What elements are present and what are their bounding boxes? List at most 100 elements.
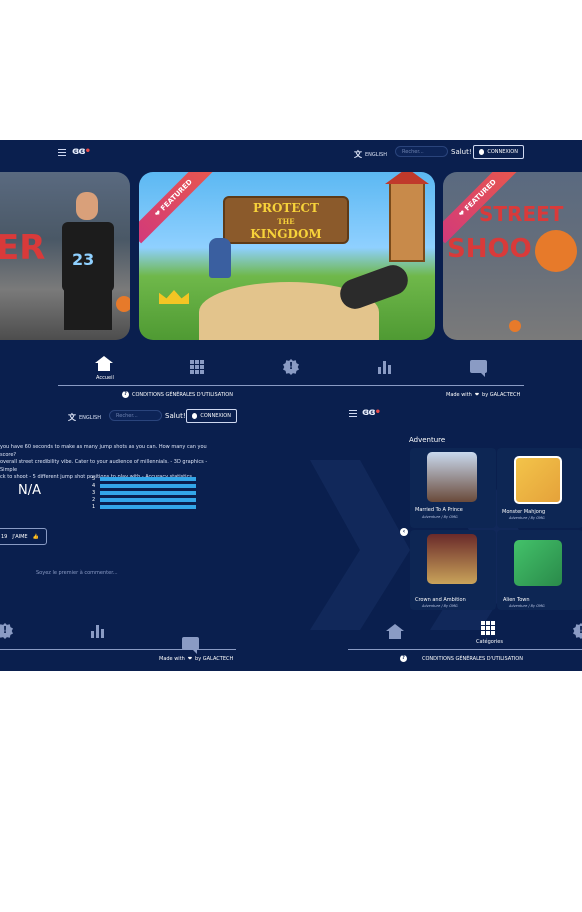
login-label: CONNEXION: [487, 149, 518, 155]
home-icon: [386, 624, 404, 631]
basketball: [116, 296, 130, 312]
rating-level: 1: [92, 504, 96, 510]
login-button[interactable]: CONNEXION: [473, 145, 524, 159]
game-name: Crown and Ambition: [415, 597, 466, 603]
game-card-crown-and-ambition[interactable]: Crown and Ambition Adventure / By OMG: [410, 530, 496, 610]
graffiti-text: ER: [0, 228, 46, 268]
search-input[interactable]: Recher...: [109, 410, 162, 421]
nav-home-label: Accueil: [96, 375, 114, 381]
game-name: Alien Town: [503, 597, 530, 603]
help-icon: ?: [122, 391, 129, 398]
nav-home[interactable]: [95, 356, 113, 371]
featured-ribbon: ❤ FEATURED: [139, 172, 219, 244]
terms-label: CONDITIONS GÉNÉRALES D'UTILISATION: [132, 391, 233, 398]
rating-level: 4: [92, 483, 96, 489]
carousel-slide-street-basketball-left[interactable]: ER 23: [0, 172, 130, 340]
help-icon: ?: [400, 655, 407, 662]
chevron-left-icon[interactable]: ‹: [400, 528, 408, 536]
menu-icon[interactable]: [58, 149, 66, 156]
chat-icon[interactable]: [470, 360, 487, 377]
language-label: ENGLISH: [79, 414, 101, 421]
comments-empty-text: Soyez le premier à commenter...: [36, 570, 118, 576]
made-with-suffix: by GALACTECH: [195, 656, 234, 662]
translate-icon: 文: [354, 150, 362, 159]
game-name: Monster Mahjong: [502, 509, 546, 515]
badge-icon[interactable]: !: [283, 359, 299, 375]
badge-icon[interactable]: !: [573, 623, 582, 639]
bar-chart-icon[interactable]: [378, 360, 396, 374]
search-input[interactable]: Recher...: [395, 146, 448, 157]
knight-character: [209, 238, 231, 278]
badge-icon[interactable]: !: [0, 623, 13, 639]
rating-level: 2: [92, 497, 96, 503]
carousel-slide-street-shooter-right[interactable]: STREET SHOO ❤ FEATURED: [443, 172, 582, 340]
game-meta: Adventure / By OMG: [509, 516, 545, 520]
game-name: Married To A Prince: [415, 507, 463, 513]
carousel-slide-protect-the-kingdom[interactable]: PROTECT THE KINGDOM ❤ FEATURED: [139, 172, 435, 340]
game-thumbnail: [514, 456, 562, 504]
login-button[interactable]: CONNEXION: [186, 409, 237, 423]
nav-categories-label: Catégories: [476, 639, 503, 645]
thumbs-up-icon: 👍: [32, 533, 39, 540]
grid-icon[interactable]: [481, 621, 499, 635]
translate-icon: 文: [68, 413, 76, 422]
top-header: ɞɞ• 文 ENGLISH Recher... Salut! CONNEXION: [0, 140, 582, 168]
rating-bar-3: 3: [92, 490, 196, 496]
site-logo[interactable]: ɞɞ•: [362, 407, 381, 418]
description-line: overall street credibility vibe. Cater t…: [0, 459, 208, 473]
nav-divider: [348, 649, 582, 650]
title-line-3: KINGDOM: [250, 227, 322, 241]
language-switcher[interactable]: 文 ENGLISH: [68, 412, 101, 423]
user-icon: [479, 149, 485, 155]
graffiti-text-1: STREET: [479, 202, 564, 226]
rating-bar-1: 1: [92, 504, 196, 510]
terms-label: CONDITIONS GÉNÉRALES D'UTILISATION: [422, 655, 523, 662]
rating-level: 3: [92, 490, 96, 496]
category-title: Adventure: [409, 436, 446, 444]
basketball-small: [509, 320, 521, 332]
user-icon: [192, 413, 198, 419]
heart-icon: ❤: [474, 392, 480, 398]
bar-chart-icon[interactable]: [91, 624, 109, 638]
game-title-sign: PROTECT THE KINGDOM: [223, 196, 349, 244]
basketball-player: 23: [56, 192, 118, 340]
made-with-prefix: Made with: [446, 392, 472, 398]
game-card-monster-mahjong[interactable]: Monster Mahjong Adventure / By OMG: [497, 448, 582, 528]
game-thumbnail: [427, 452, 477, 502]
nav-divider: [58, 385, 524, 386]
title-line-1: PROTECT: [252, 201, 319, 215]
site-logo[interactable]: ɞɞ•: [72, 146, 91, 157]
like-button[interactable]: 19 J'AIME 👍: [0, 528, 47, 545]
title-line-2: THE: [277, 217, 295, 226]
game-meta: Adventure / By OMG: [422, 515, 458, 519]
greeting-text: Salut!: [165, 412, 186, 420]
home-icon: [95, 356, 113, 363]
language-switcher[interactable]: 文 ENGLISH: [354, 149, 387, 160]
game-thumbnail: [514, 540, 562, 586]
description-line: you have 60 seconds to make as many jump…: [0, 444, 207, 458]
rating-level: 5: [92, 476, 96, 482]
menu-icon[interactable]: [349, 410, 357, 417]
like-count: 19: [1, 533, 8, 540]
language-label: ENGLISH: [365, 151, 387, 158]
castle-tower: [385, 172, 429, 262]
greeting-text: Salut!: [451, 148, 472, 156]
terms-link[interactable]: ? CONDITIONS GÉNÉRALES D'UTILISATION: [400, 655, 523, 662]
game-meta: Adventure / By OMG: [509, 604, 545, 608]
made-with-prefix: Made with: [159, 656, 185, 662]
login-label: CONNEXION: [200, 413, 231, 419]
terms-link[interactable]: ? CONDITIONS GÉNÉRALES D'UTILISATION: [122, 391, 233, 398]
nav-home[interactable]: [386, 624, 404, 639]
made-with-credit: Made with ❤ by GALACTECH: [446, 392, 520, 398]
rating-bar-2: 2: [92, 497, 196, 503]
game-card-married-to-a-prince[interactable]: Married To A Prince Adventure / By OMG: [410, 448, 496, 528]
crown-icon: [159, 290, 189, 304]
rating-value: N/A: [18, 483, 41, 498]
rating-bar-5: 5: [92, 476, 196, 482]
grid-icon[interactable]: [190, 360, 208, 374]
game-card-alien-town[interactable]: Alien Town Adventure / By OMG: [497, 530, 582, 610]
nav-divider: [0, 649, 236, 650]
made-with-credit: Made with ❤ by GALACTECH: [159, 656, 233, 662]
like-label: J'AIME: [12, 533, 28, 540]
heart-icon: ❤: [187, 656, 193, 662]
